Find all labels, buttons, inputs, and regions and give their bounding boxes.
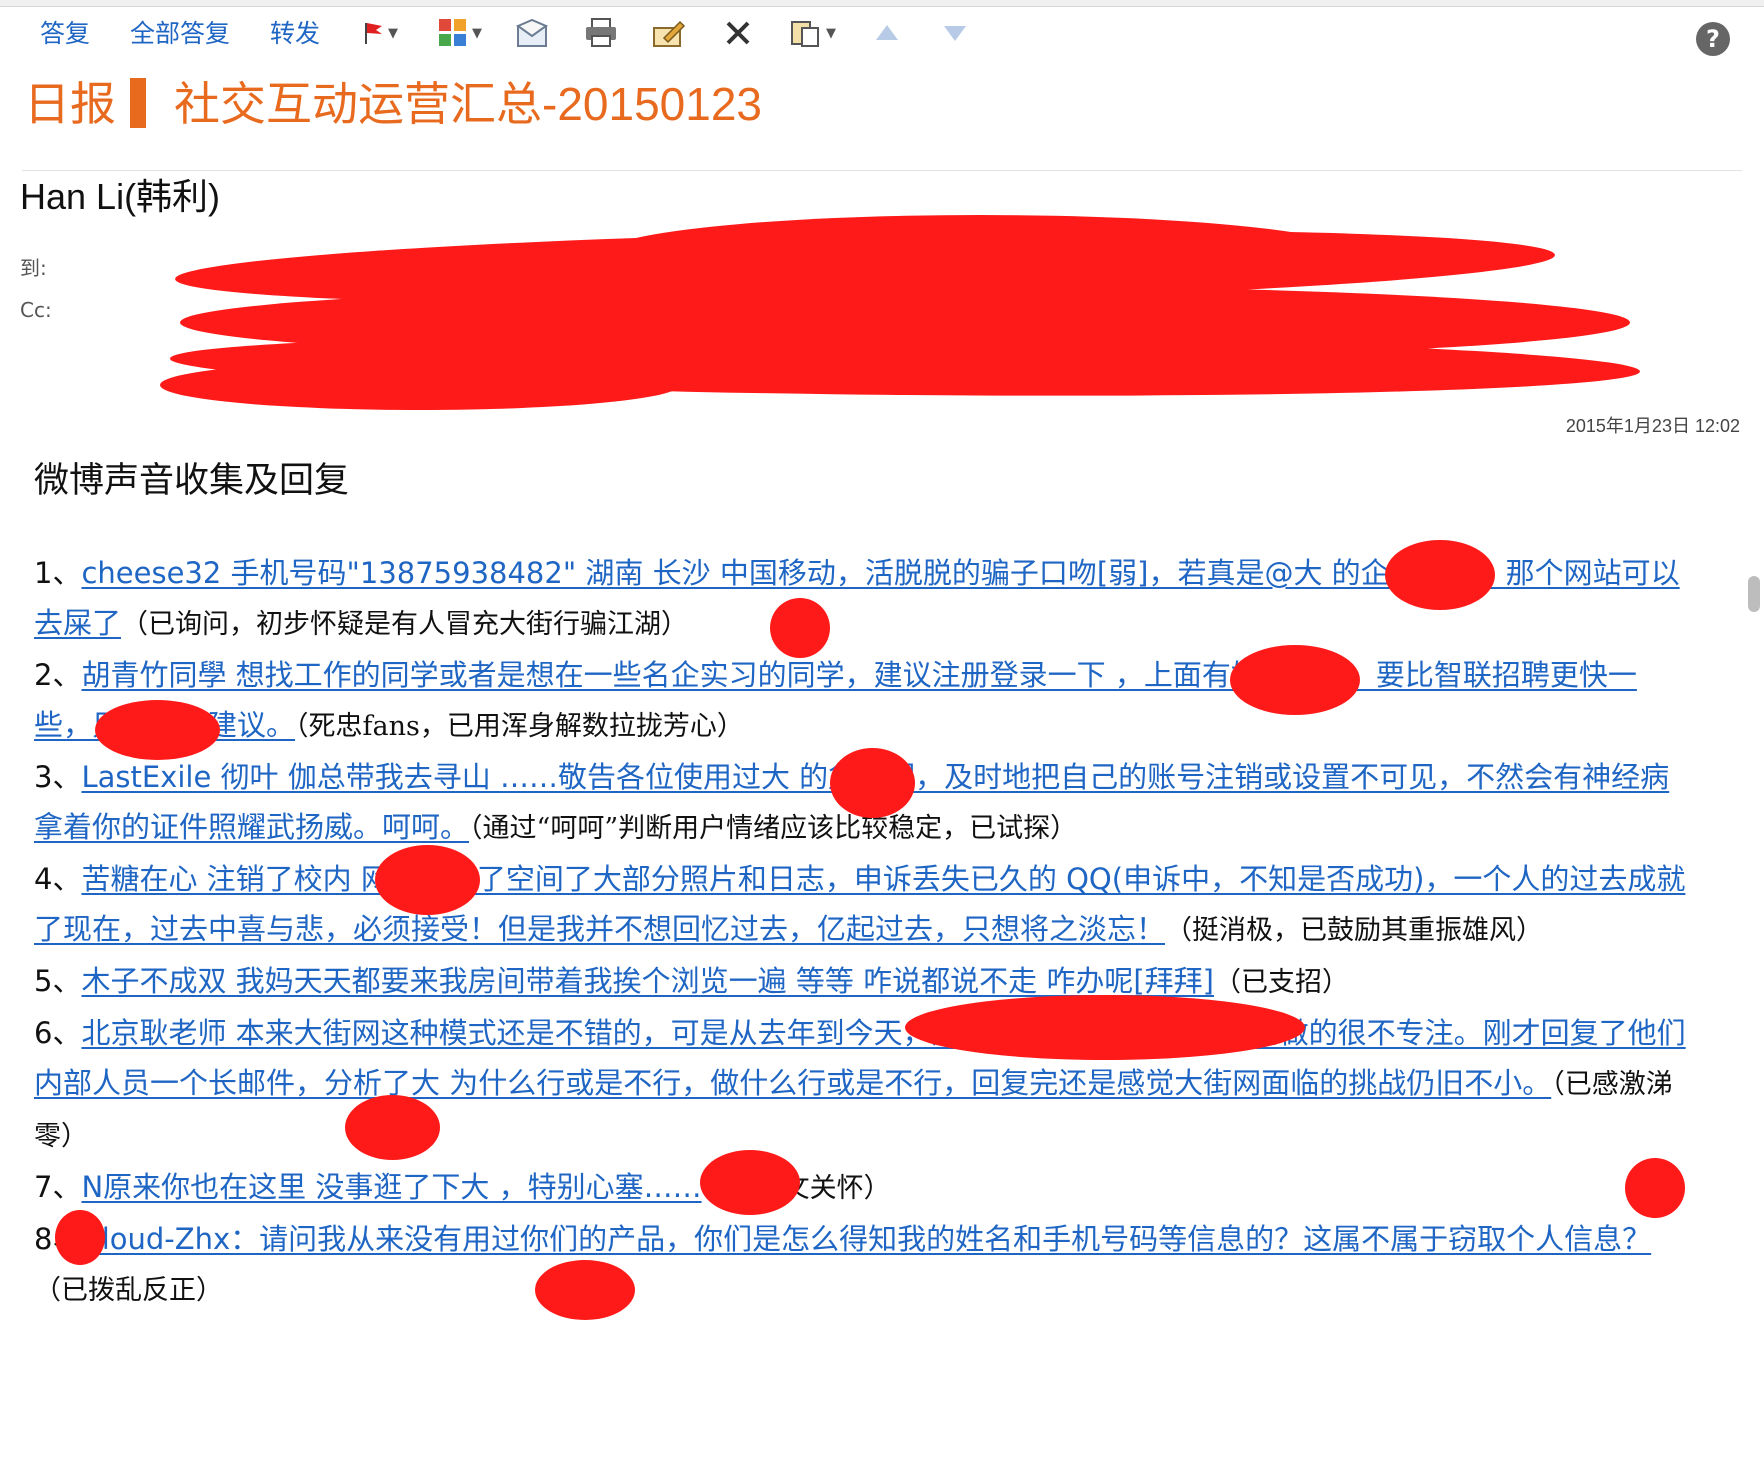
- reply-button[interactable]: 答复: [40, 12, 90, 56]
- item-number: 5、: [34, 964, 82, 998]
- redaction-mark: [830, 748, 915, 818]
- weibo-post-link[interactable]: 胡青竹同學 想找工作的同学或者是想在一些名企实习的同学，建议注册登录一下 ，上面…: [34, 658, 1637, 742]
- compose-icon[interactable]: [652, 16, 686, 50]
- reply-note: （已拨乱反正）: [34, 1275, 223, 1306]
- delete-icon[interactable]: [724, 16, 752, 50]
- redaction-mark: [95, 700, 220, 760]
- chevron-down-icon: ▼: [388, 25, 398, 41]
- list-item: 2、胡青竹同學 想找工作的同学或者是想在一些名企实习的同学，建议注册登录一下 ，…: [34, 650, 1694, 752]
- item-number: 4、: [34, 862, 82, 896]
- prev-icon[interactable]: [874, 16, 900, 50]
- weibo-post-link[interactable]: N原来你也在这里 没事逛了下大 ，特别心塞……: [81, 1170, 701, 1204]
- window-top-edge: [0, 0, 1764, 7]
- sender-name: Han Li(韩利): [20, 176, 221, 217]
- next-icon[interactable]: [942, 16, 968, 50]
- reply-note: （通过“呵呵”判断用户情绪应该比较稳定，已试探）: [469, 813, 1078, 844]
- subject-prefix: 日报: [24, 78, 116, 130]
- item-number: 1、: [34, 556, 82, 590]
- section-title: 微博声音收集及回复: [34, 461, 350, 501]
- categorize-icon[interactable]: ▼: [438, 16, 482, 50]
- forward-button[interactable]: 转发: [270, 12, 320, 56]
- subject-title: 社交互动运营汇总-20150123: [174, 78, 762, 130]
- list-item: 4、苦糖在心 注销了校内 网，删除了空间了大部分照片和日志，申诉丢失已久的 QQ…: [34, 854, 1694, 956]
- item-number: 7、: [34, 1170, 82, 1204]
- redaction-mark: [375, 845, 480, 915]
- to-label: 到:: [20, 256, 47, 280]
- weibo-post-link[interactable]: 北京耿老师 本来大街网这种模式还是不错的，可是从去年到今天，产品没有进步，具体业…: [34, 1016, 1686, 1100]
- list-item: 8、Cloud-Zhx：请问我从来没有用过你们的产品，你们是怎么得知我的姓名和手…: [34, 1214, 1694, 1316]
- item-number: 6、: [34, 1016, 82, 1050]
- weibo-post-link[interactable]: 木子不成双 我妈天天都要来我房间带着我挨个浏览一遍 等等 咋说都说不走 咋办呢[…: [81, 964, 1214, 998]
- help-icon[interactable]: ?: [1696, 22, 1730, 56]
- list-item: 6、北京耿老师 本来大街网这种模式还是不错的，可是从去年到今天，产品没有进步，具…: [34, 1008, 1694, 1162]
- sent-date: 2015年1月23日 12:02: [1565, 416, 1740, 436]
- cc-label: Cc:: [20, 298, 52, 322]
- list-item: 7、N原来你也在这里 没事逛了下大 ，特别心塞……（已人文关怀）: [34, 1162, 1694, 1214]
- redaction-mark: [1625, 1158, 1685, 1218]
- reply-note: （死忠fans，已用浑身解数拉拢芳心）: [295, 711, 744, 742]
- print-icon[interactable]: [584, 16, 618, 50]
- redaction-mark: [700, 1150, 800, 1215]
- item-number: 2、: [34, 658, 82, 692]
- redaction-mark: [1230, 645, 1360, 715]
- list-item: 5、木子不成双 我妈天天都要来我房间带着我挨个浏览一遍 等等 咋说都说不走 咋办…: [34, 956, 1694, 1008]
- feedback-list: 1、cheese32 手机号码"13875938482" 湖南 长沙 中国移动，…: [34, 548, 1694, 1316]
- redaction-mark: [905, 995, 1305, 1060]
- chevron-down-icon: ▼: [472, 25, 482, 41]
- flag-icon[interactable]: ▼: [362, 16, 398, 50]
- redaction-mark: [1385, 540, 1495, 610]
- move-icon[interactable]: ▼: [790, 16, 836, 50]
- scrollbar-thumb[interactable]: [1748, 576, 1760, 612]
- redaction-mark: [535, 1260, 635, 1320]
- reply-note: （挺消极，已鼓励其重振雄风）: [1165, 915, 1544, 946]
- weibo-post-link[interactable]: Cloud-Zhx：请问我从来没有用过你们的产品，你们是怎么得知我的姓名和手机号…: [81, 1222, 1651, 1256]
- mark-read-icon[interactable]: [516, 16, 550, 50]
- item-number: 3、: [34, 760, 82, 794]
- reply-note: （已支招）: [1213, 967, 1349, 998]
- redaction-mark: [600, 215, 1360, 295]
- redaction-mark: [345, 1095, 440, 1160]
- reply-all-button[interactable]: 全部答复: [130, 12, 230, 56]
- chevron-down-icon: ▼: [826, 25, 836, 41]
- redaction-mark: [55, 1210, 105, 1265]
- reply-note: （已询问，初步怀疑是有人冒充大街行骗江湖）: [121, 609, 689, 640]
- subject-divider: [130, 78, 146, 128]
- redaction-mark: [770, 598, 830, 658]
- email-subject: 日报 社交互动运营汇总-20150123: [24, 68, 762, 134]
- redaction-mark: [160, 360, 680, 410]
- toolbar: 答复 全部答复 转发 ▼ ▼ ▼ ?: [0, 12, 1764, 62]
- divider: [22, 170, 1742, 171]
